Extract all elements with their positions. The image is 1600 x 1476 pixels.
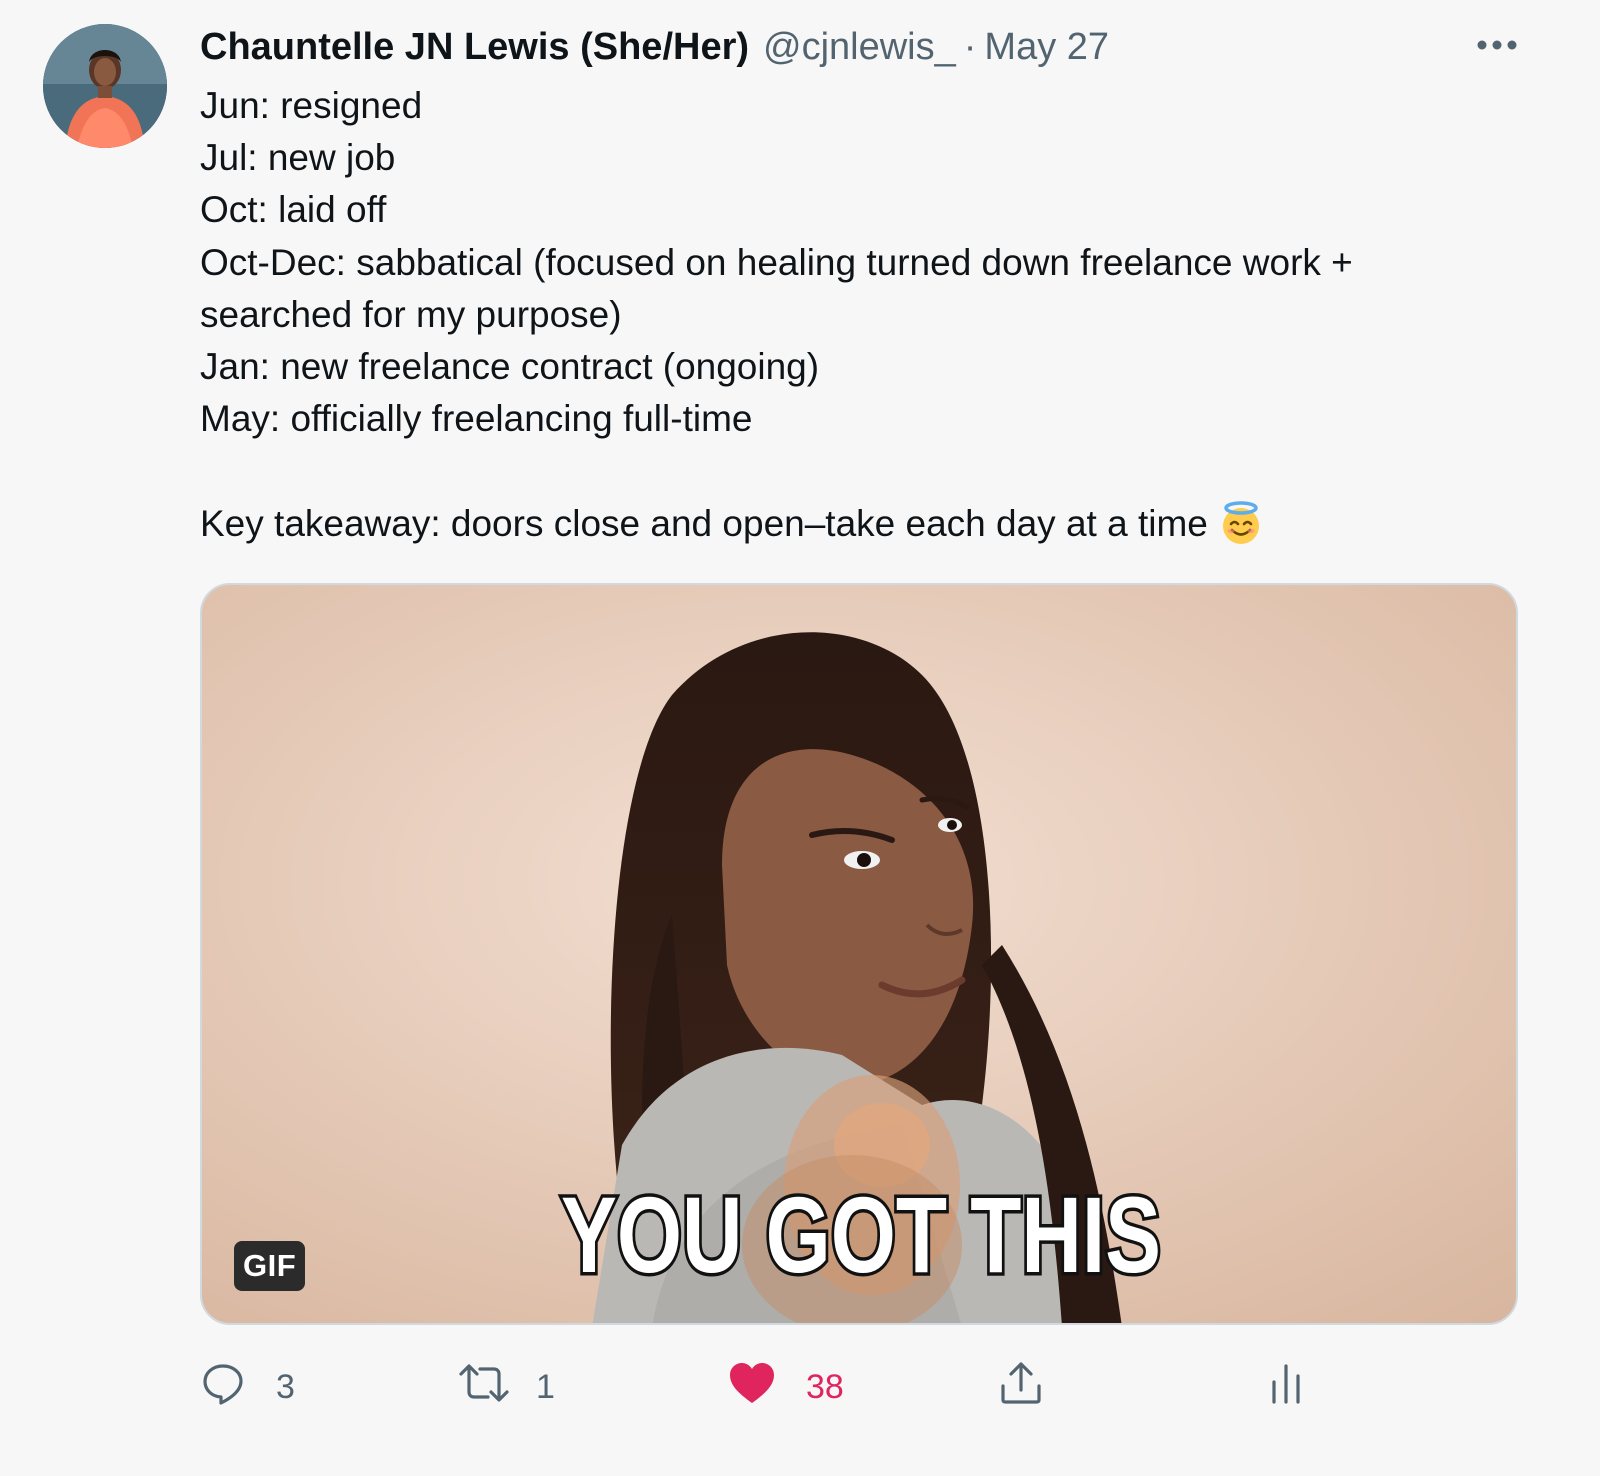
retweet-icon bbox=[458, 1360, 510, 1415]
tweet-action-bar: 3 1 38 bbox=[200, 1360, 1320, 1414]
gif-caption-text: YOU GOT THIS bbox=[561, 1177, 1161, 1295]
gif-media[interactable]: YOU GOT THIS GIF bbox=[200, 583, 1518, 1325]
tweet-header: Chauntelle JN Lewis (She/Her) @cjnlewis_… bbox=[200, 26, 1109, 76]
gif-badge: GIF bbox=[234, 1241, 306, 1291]
gif-caption: YOU GOT THIS bbox=[558, 1177, 1165, 1297]
tweet-text-line: Jul: new job bbox=[200, 137, 396, 179]
header-separator: · bbox=[963, 26, 977, 68]
reply-count: 3 bbox=[276, 1367, 295, 1406]
heart-icon bbox=[728, 1361, 776, 1414]
share-upload-icon bbox=[998, 1360, 1044, 1415]
reply-button[interactable]: 3 bbox=[200, 1360, 295, 1414]
ellipsis-icon bbox=[1476, 38, 1518, 56]
share-button[interactable] bbox=[998, 1360, 1044, 1414]
more-options-button[interactable] bbox=[1472, 30, 1522, 64]
like-count: 38 bbox=[806, 1367, 844, 1406]
reply-bubble-icon bbox=[200, 1360, 246, 1415]
retweet-count: 1 bbox=[536, 1367, 555, 1406]
author-handle[interactable]: @cjnlewis_ bbox=[763, 26, 956, 69]
author-display-name[interactable]: Chauntelle JN Lewis (She/Her) bbox=[200, 26, 749, 69]
tweet-card[interactable]: Chauntelle JN Lewis (She/Her) @cjnlewis_… bbox=[0, 0, 1600, 1476]
tweet-text-line: Oct-Dec: sabbatical (focused on healing … bbox=[200, 241, 1353, 283]
tweet-text-line: Jun: resigned bbox=[200, 85, 423, 126]
tweet-text: Jun: resigned Jul: new job Oct: laid off… bbox=[200, 80, 1540, 560]
tweet-text-line-last: Key takeaway: doors close and open–take … bbox=[200, 498, 1540, 560]
analytics-button[interactable] bbox=[1266, 1360, 1306, 1414]
tweet-date[interactable]: May 27 bbox=[984, 26, 1109, 69]
avatar[interactable] bbox=[43, 24, 167, 148]
tweet-text-line: May: officially freelancing full-time bbox=[200, 398, 753, 440]
analytics-bars-icon bbox=[1266, 1360, 1306, 1415]
like-button[interactable]: 38 bbox=[728, 1360, 844, 1414]
tweet-text-line: Oct: laid off bbox=[200, 189, 387, 231]
tweet-text-blank-line bbox=[200, 445, 1540, 497]
key-takeaway-text: Key takeaway: doors close and open–take … bbox=[200, 502, 1208, 544]
retweet-button[interactable]: 1 bbox=[458, 1360, 555, 1414]
smiling-face-with-halo-icon bbox=[1218, 500, 1264, 560]
tweet-text-line: Jan: new freelance contract (ongoing) bbox=[200, 346, 820, 388]
tweet-text-line: searched for my purpose) bbox=[200, 293, 622, 335]
